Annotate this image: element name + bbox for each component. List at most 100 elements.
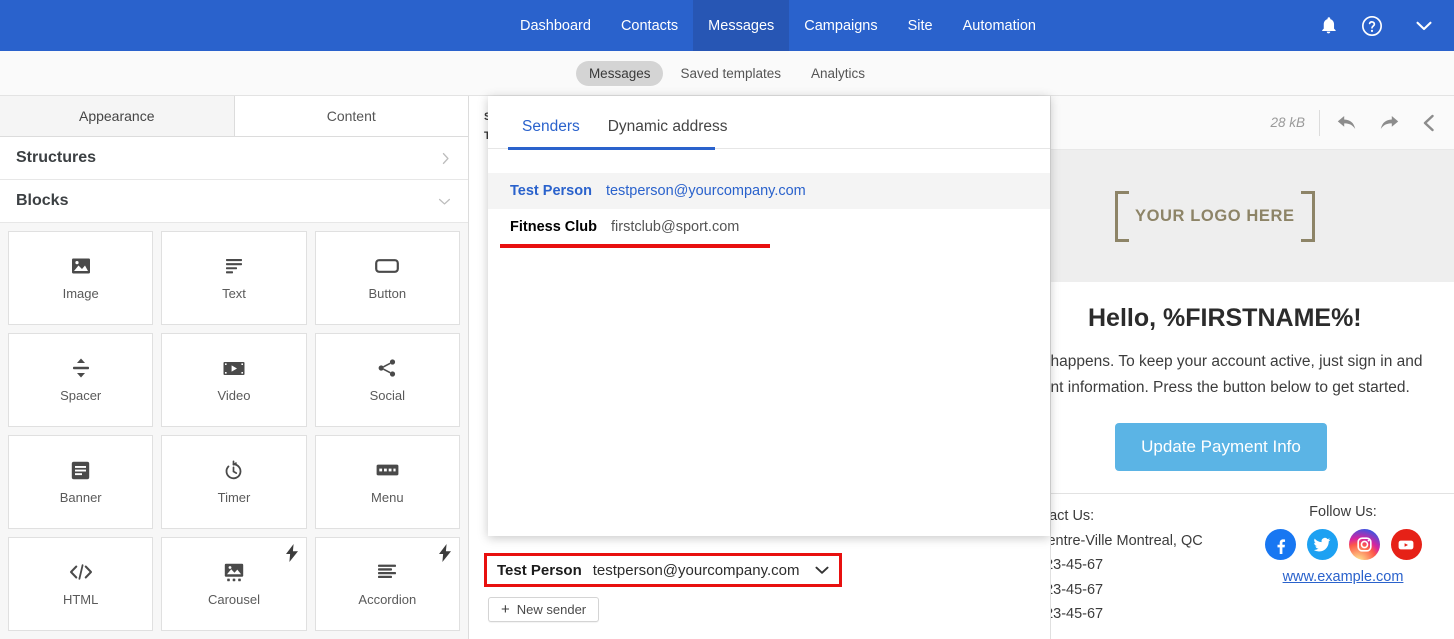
section-structures-label: Structures bbox=[16, 149, 97, 166]
nav-item-contacts[interactable]: Contacts bbox=[606, 0, 693, 51]
social-share-icon bbox=[377, 357, 397, 379]
footer-contact-line: Centre-Ville Montreal, QC bbox=[1050, 532, 1203, 549]
sender-email: testperson@yourcompany.com bbox=[605, 183, 806, 199]
image-icon bbox=[71, 255, 91, 277]
email-preview-panel: 28 kB YOUR LOGO HERE Hello, %FIRSTNAME%!… bbox=[1050, 96, 1454, 639]
subnav-item-saved-templates[interactable]: Saved templates bbox=[667, 61, 794, 86]
undo-icon[interactable] bbox=[1328, 103, 1368, 143]
annotation-underline bbox=[500, 244, 770, 248]
youtube-icon[interactable] bbox=[1390, 529, 1422, 560]
block-label: Image bbox=[62, 286, 99, 301]
twitter-icon[interactable] bbox=[1306, 529, 1338, 560]
top-navigation-bar: Dashboard Contacts Messages Campaigns Si… bbox=[0, 0, 1454, 51]
subnav-item-analytics[interactable]: Analytics bbox=[798, 61, 878, 86]
email-size-label: 28 kB bbox=[1270, 115, 1305, 130]
block-html[interactable]: HTML bbox=[8, 537, 154, 631]
nav-item-site[interactable]: Site bbox=[893, 0, 948, 51]
footer-contact-title: ntact Us: bbox=[1050, 508, 1095, 524]
account-chevron-down-icon[interactable] bbox=[1394, 0, 1454, 51]
sender-popover-tabs-wrap: Senders Dynamic address bbox=[488, 96, 1050, 150]
bell-icon[interactable] bbox=[1306, 0, 1350, 51]
nav-item-campaigns[interactable]: Campaigns bbox=[789, 0, 892, 51]
block-accordion[interactable]: Accordion bbox=[314, 537, 460, 631]
nav-item-dashboard[interactable]: Dashboard bbox=[505, 0, 606, 51]
block-label: Carousel bbox=[207, 592, 260, 607]
block-text[interactable]: Text bbox=[161, 231, 307, 325]
nav-item-messages[interactable]: Messages bbox=[693, 0, 790, 51]
button-icon bbox=[375, 255, 400, 277]
bracket-left-icon bbox=[1115, 190, 1129, 242]
previous-icon[interactable] bbox=[1408, 103, 1448, 143]
facebook-icon[interactable] bbox=[1264, 529, 1296, 560]
banner-icon bbox=[71, 459, 90, 481]
selected-sender-email: testperson@yourcompany.com bbox=[592, 561, 800, 579]
email-heading: Hello, %FIRSTNAME%! bbox=[1088, 304, 1362, 332]
block-button[interactable]: Button bbox=[314, 231, 460, 325]
sender-list: Test Person testperson@yourcompany.com F… bbox=[488, 149, 1050, 248]
logo-placeholder: YOUR LOGO HERE bbox=[1115, 190, 1315, 242]
block-timer[interactable]: Timer bbox=[161, 435, 307, 529]
update-payment-info-button[interactable]: Update Payment Info bbox=[1115, 423, 1327, 471]
selected-sender-name: Test Person bbox=[497, 561, 582, 579]
popover-tab-senders[interactable]: Senders bbox=[508, 114, 594, 148]
sender-list-item[interactable]: Test Person testperson@yourcompany.com bbox=[488, 173, 1050, 209]
chevron-right-icon bbox=[439, 152, 452, 165]
logo-placeholder-text: YOUR LOGO HERE bbox=[1135, 206, 1295, 225]
chevron-down-icon bbox=[437, 195, 452, 208]
pro-feature-bolt-icon bbox=[438, 544, 451, 567]
tab-content[interactable]: Content bbox=[234, 96, 468, 136]
block-banner[interactable]: Banner bbox=[8, 435, 154, 529]
sender-email: firstclub@sport.com bbox=[611, 219, 740, 235]
block-menu[interactable]: Menu bbox=[314, 435, 460, 529]
sender-name: Test Person bbox=[510, 183, 592, 199]
nav-item-automation[interactable]: Automation bbox=[948, 0, 1051, 51]
preview-toolbar: 28 kB bbox=[1051, 96, 1454, 150]
instagram-icon[interactable] bbox=[1348, 529, 1380, 560]
accordion-icon bbox=[377, 561, 397, 583]
bracket-right-icon bbox=[1300, 190, 1315, 242]
footer-follow-title: Follow Us: bbox=[1309, 504, 1377, 520]
footer-website-link[interactable]: www.example.com bbox=[1232, 569, 1454, 585]
help-icon[interactable] bbox=[1350, 0, 1394, 51]
block-social[interactable]: Social bbox=[314, 333, 460, 427]
video-icon bbox=[223, 357, 245, 379]
plus-icon: + bbox=[501, 601, 510, 618]
section-structures[interactable]: Structures bbox=[0, 137, 468, 180]
html-code-icon bbox=[69, 561, 93, 583]
block-image[interactable]: Image bbox=[8, 231, 154, 325]
tab-appearance[interactable]: Appearance bbox=[0, 96, 235, 136]
block-label: Timer bbox=[217, 490, 251, 505]
footer-contact-block: ntact Us: Centre-Ville Montreal, QC 123-… bbox=[1050, 504, 1232, 627]
email-footer: ntact Us: Centre-Ville Montreal, QC 123-… bbox=[1051, 493, 1454, 627]
block-label: Spacer bbox=[60, 388, 102, 403]
block-label: Menu bbox=[371, 490, 404, 505]
subnav-item-messages[interactable]: Messages bbox=[575, 60, 664, 86]
pro-feature-bolt-icon bbox=[285, 544, 298, 567]
block-label: Social bbox=[369, 388, 406, 403]
new-sender-label: New sender bbox=[516, 602, 587, 617]
block-spacer[interactable]: Spacer bbox=[8, 333, 154, 427]
top-nav-menu: Dashboard Contacts Messages Campaigns Si… bbox=[505, 0, 1051, 51]
sender-select-dropdown[interactable]: Test Person testperson@yourcompany.com bbox=[484, 553, 842, 587]
section-blocks[interactable]: Blocks bbox=[0, 180, 468, 223]
top-nav-actions bbox=[1306, 0, 1454, 51]
sender-popover: Senders Dynamic address Test Person test… bbox=[488, 96, 1050, 536]
block-label: Accordion bbox=[358, 592, 417, 607]
section-blocks-label: Blocks bbox=[16, 192, 69, 209]
timer-icon bbox=[223, 459, 244, 481]
block-label: HTML bbox=[62, 592, 99, 607]
redo-icon[interactable] bbox=[1368, 103, 1408, 143]
spacer-icon bbox=[72, 357, 90, 379]
block-label: Text bbox=[222, 286, 246, 301]
text-icon bbox=[225, 255, 243, 277]
sender-name: Fitness Club bbox=[510, 219, 598, 235]
popover-tab-dynamic-address[interactable]: Dynamic address bbox=[594, 114, 742, 148]
footer-contact-line: 123-45-67 bbox=[1051, 606, 1104, 622]
block-video[interactable]: Video bbox=[161, 333, 307, 427]
new-sender-button[interactable]: + New sender bbox=[488, 597, 600, 622]
left-panel-tabs: Appearance Content bbox=[0, 96, 468, 137]
footer-contact-line: 123-45-67 bbox=[1051, 557, 1104, 573]
block-carousel[interactable]: Carousel bbox=[161, 537, 307, 631]
blocks-grid: Image Text Button Spacer Video Social Ba… bbox=[0, 223, 468, 639]
sender-list-item[interactable]: Fitness Club firstclub@sport.com bbox=[488, 209, 1050, 248]
